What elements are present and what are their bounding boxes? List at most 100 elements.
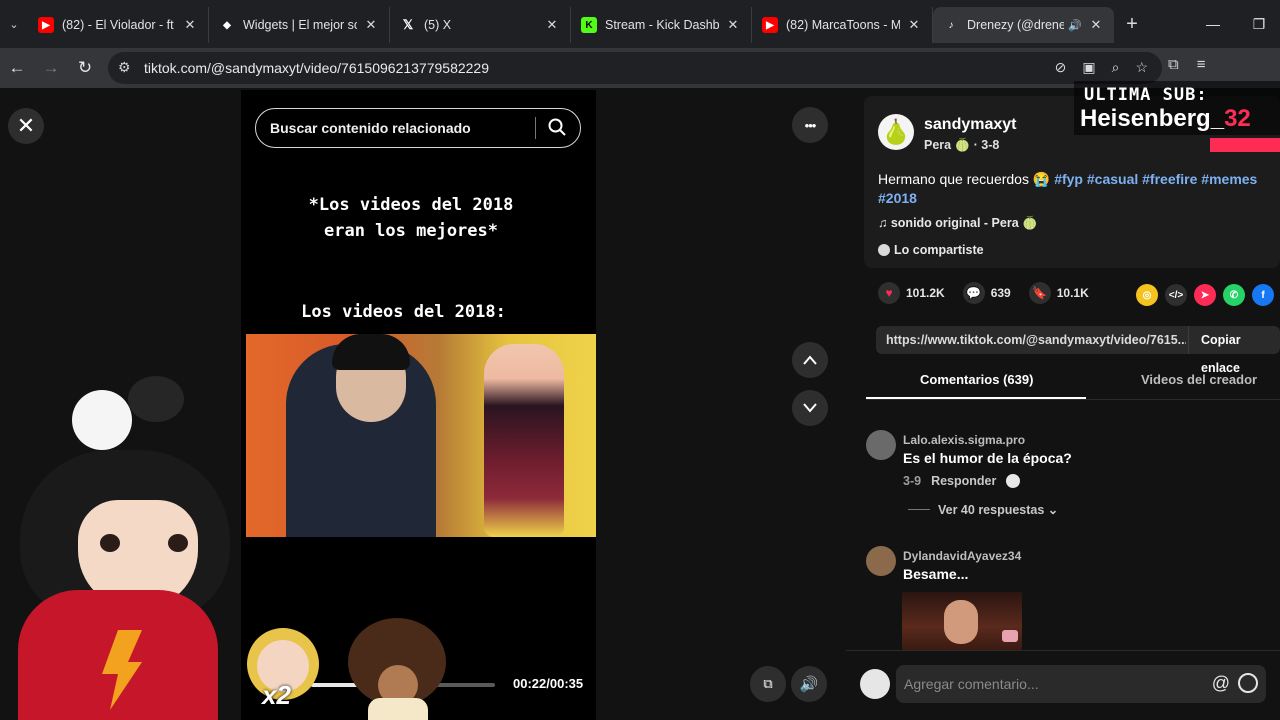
like-button[interactable]: ♥ 101.2K [878,282,945,304]
bunny-icon [72,390,132,450]
embed-icon[interactable]: </> [1165,284,1187,306]
tab-2[interactable]: ◆ Widgets | El mejor so ✕ [209,7,390,43]
reply-button[interactable]: Responder [931,474,996,488]
media-icon[interactable]: ≡ [1197,56,1206,73]
author-name[interactable]: sandymaxyt [924,116,1017,134]
hashtag-link[interactable]: #memes [1201,171,1257,187]
emoji-icon[interactable] [1238,673,1258,693]
related-search-input[interactable]: Buscar contenido relacionado [255,108,581,148]
tab-3[interactable]: 𝕏 (5) X ✕ [390,7,571,43]
comment-tabs: Comentarios (639) Videos del creador [866,362,1280,400]
follow-button[interactable] [1210,138,1280,152]
creator-liked-icon [1006,474,1021,488]
close-tab-icon[interactable]: ✕ [906,17,922,33]
previous-video-button[interactable] [792,342,828,378]
maximize-icon[interactable]: ❐ [1236,0,1280,48]
video-caption-top: *Los videos del 2018 eran los mejores* [241,192,581,244]
comment-input[interactable]: Agregar comentario... @ [896,665,1266,703]
zoom-icon[interactable]: ⌕ [1112,59,1120,76]
url-text: tiktok.com/@sandymaxyt/video/76150962137… [144,60,489,76]
url-input[interactable]: ⚙ tiktok.com/@sandymaxyt/video/761509621… [108,52,1162,84]
youtube-icon: ▶ [762,17,778,33]
video-caption-mid: Los videos del 2018: [301,302,506,322]
volume-icon[interactable]: 🔊 [791,666,827,702]
tracking-off-icon[interactable]: ⊘ [1055,59,1067,76]
kick-icon: K [581,17,597,33]
bookmark-star-icon[interactable]: ☆ [1135,59,1148,76]
video-character [484,344,564,537]
hashtag-link[interactable]: #casual [1087,171,1138,187]
new-tab-button[interactable]: + [1114,13,1150,36]
tab-title: (82) MarcaToons - M [786,18,900,32]
video-link-text[interactable]: https://www.tiktok.com/@sandymaxyt/video… [886,333,1186,347]
search-divider [535,117,536,139]
tab-search-button[interactable]: ⌄ [0,0,28,48]
tab-comments[interactable]: Comentarios (639) [920,372,1033,387]
sound-link[interactable]: ♫ sonido original - Pera 🍈 [878,216,1038,231]
floating-player-button[interactable]: ⧉ [750,666,786,702]
close-tab-icon[interactable]: ✕ [544,17,560,33]
shared-text: Lo compartiste [894,243,984,257]
overlay-name-tail: 32 [1224,105,1251,132]
link-box: https://www.tiktok.com/@sandymaxyt/video… [876,326,1280,375]
tab-5[interactable]: ▶ (82) MarcaToons - M ✕ [752,7,933,43]
comment-button[interactable]: 💬 639 [962,282,1011,304]
search-icon[interactable] [547,117,567,137]
commenter-avatar[interactable] [866,430,896,460]
youtube-icon: ▶ [38,17,54,33]
comment-meta: 3-9 Responder [903,474,1021,488]
send-icon[interactable]: ➤ [1194,284,1216,306]
view-replies-button[interactable]: Ver 40 respuestas ⌄ [908,502,1058,517]
overlay-title: ULTIMA SUB: [1084,85,1208,105]
next-video-button[interactable] [792,390,828,426]
browser-tab-bar: ⌄ ▶ (82) - El Violador - ft ✕ ◆ Widgets … [0,0,1280,48]
close-tab-icon[interactable]: ✕ [182,17,198,33]
close-video-button[interactable]: ✕ [8,108,44,144]
repost-icon[interactable]: ◎ [1136,284,1158,306]
tab-title: Widgets | El mejor so [243,18,357,32]
tab-creator-videos[interactable]: Videos del creador [1141,372,1257,387]
copy-link-button[interactable]: Copiar enlace [1188,326,1280,375]
gif-face [944,600,978,644]
hashtag-link[interactable]: #2018 [878,190,917,206]
close-tab-icon[interactable]: ✕ [1088,17,1104,33]
description-text: Hermano que recuerdos 😭 [878,171,1055,187]
side-panel: 🍐 sandymaxyt Pera 🍈 · 3-8 Hermano que re… [846,90,1280,720]
close-tab-icon[interactable]: ✕ [363,17,379,33]
tab-4[interactable]: K Stream - Kick Dashbo ✕ [571,7,752,43]
like-count: 101.2K [906,286,945,300]
forward-icon[interactable]: → [34,51,68,85]
extensions-icon[interactable]: ⧉ [1168,56,1179,73]
commenter-name[interactable]: Lalo.alexis.sigma.pro [903,433,1025,447]
save-count: 10.1K [1056,286,1089,300]
commenter-name[interactable]: DylandavidAyavez34 [903,549,1021,563]
commenter-avatar[interactable] [866,546,896,576]
save-button[interactable]: 🔖 10.1K [1028,282,1089,304]
user-avatar [860,669,890,699]
more-options-button[interactable]: ••• [792,107,828,143]
close-tab-icon[interactable]: ✕ [725,17,741,33]
minimize-icon[interactable]: — [1190,0,1236,48]
site-info-icon[interactable]: ⚙ [118,59,131,76]
tab-title: (5) X [424,18,452,32]
comment-gif-image[interactable] [902,592,1022,650]
tab-1[interactable]: ▶ (82) - El Violador - ft ✕ [28,7,209,43]
comment-text: Es el humor de la época? [903,450,1072,466]
mention-icon[interactable]: @ [1212,673,1230,694]
whatsapp-icon[interactable]: ✆ [1223,284,1245,306]
widgets-icon: ◆ [223,19,231,31]
tab-6-active[interactable]: ♪ Drenezy (@drene 🔊 ✕ [933,7,1114,43]
install-icon[interactable]: ▣ [1082,59,1095,76]
reload-icon[interactable]: ↻ [68,51,102,85]
facebook-icon[interactable]: f [1252,284,1274,306]
comment-text: Besame... [903,566,969,582]
speaker-icon[interactable]: 🔊 [1068,19,1082,32]
hashtag-link[interactable]: #freefire [1142,171,1197,187]
bookmark-icon: 🔖 [1028,282,1051,304]
hashtag-link[interactable]: #fyp [1054,171,1083,187]
active-tab-underline [866,397,1086,399]
comment-composer: Agregar comentario... @ [846,650,1280,720]
back-icon[interactable]: ← [0,51,34,85]
author-avatar[interactable]: 🍐 [878,114,914,150]
overlay-name: Heisenberg_32 [1080,105,1251,133]
